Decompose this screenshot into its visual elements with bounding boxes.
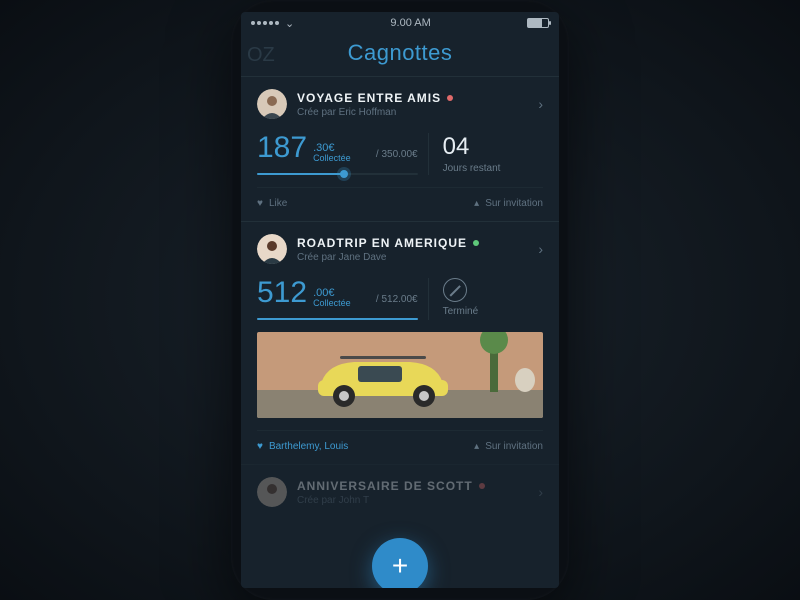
cagnotte-list: VOYAGE ENTRE AMIS Crée par Eric Hoffman …: [241, 76, 559, 507]
status-dot-icon: [447, 95, 453, 101]
nav-ghost-text: OZ: [247, 44, 275, 67]
days-remaining-number: 04: [443, 133, 543, 161]
add-button[interactable]: +: [372, 538, 428, 588]
progress-bar: [257, 173, 418, 175]
invite-label: ▴Sur invitation: [474, 198, 543, 209]
card-creator: Crée par Eric Hoffman: [297, 107, 528, 118]
amount-integer: 187: [257, 133, 307, 163]
nav-bar: OZ Cagnottes: [241, 34, 559, 76]
avatar: [257, 234, 287, 264]
amount-sublabel: Collectée: [313, 154, 351, 163]
share-icon: ▴: [474, 198, 479, 209]
plus-icon: +: [392, 552, 408, 580]
card-creator: Crée par Jane Dave: [297, 252, 528, 263]
invite-label: ▴Sur invitation: [474, 441, 543, 452]
progress-bar: [257, 318, 418, 320]
done-label: Terminé: [443, 306, 543, 317]
cagnotte-card[interactable]: VOYAGE ENTRE AMIS Crée par Eric Hoffman …: [241, 76, 559, 221]
like-button[interactable]: ♥Barthelemy, Louis: [257, 441, 348, 452]
avatar: [257, 477, 287, 507]
done-icon: [443, 278, 467, 302]
card-title: VOYAGE ENTRE AMIS: [297, 91, 441, 105]
page-title: Cagnottes: [348, 40, 453, 65]
card-creator: Crée par John T: [297, 495, 528, 506]
goal-amount: / 512.00€: [376, 294, 418, 305]
card-title: ROADTRIP EN AMERIQUE: [297, 236, 467, 250]
like-button[interactable]: ♥Like: [257, 198, 287, 209]
days-remaining-label: Jours restant: [443, 163, 543, 174]
amount-integer: 512: [257, 278, 307, 308]
status-dot-icon: [479, 483, 485, 489]
heart-icon: ♥: [257, 198, 263, 209]
share-icon: ▴: [474, 441, 479, 452]
battery-icon: [527, 18, 549, 28]
cagnotte-card[interactable]: ANNIVERSAIRE DE SCOTT Crée par John T ›: [241, 464, 559, 507]
avatar: [257, 89, 287, 119]
status-bar: ⌄ 9.00 AM: [241, 12, 559, 34]
cagnotte-card[interactable]: ROADTRIP EN AMERIQUE Crée par Jane Dave …: [241, 221, 559, 464]
screen: ⌄ 9.00 AM OZ Cagnottes: [241, 12, 559, 588]
card-hero-image: [257, 332, 543, 418]
wifi-icon: ⌄: [285, 17, 294, 30]
card-title: ANNIVERSAIRE DE SCOTT: [297, 479, 473, 493]
chevron-right-icon[interactable]: ›: [538, 96, 543, 112]
chevron-right-icon[interactable]: ›: [538, 484, 543, 500]
chevron-right-icon[interactable]: ›: [538, 241, 543, 257]
status-time: 9.00 AM: [390, 17, 430, 29]
device-frame: ⌄ 9.00 AM OZ Cagnottes: [231, 0, 569, 600]
status-dot-icon: [473, 240, 479, 246]
signal-dots-icon: [251, 21, 279, 25]
amount-sublabel: Collectée: [313, 299, 351, 308]
heart-icon: ♥: [257, 441, 263, 452]
goal-amount: / 350.00€: [376, 149, 418, 160]
